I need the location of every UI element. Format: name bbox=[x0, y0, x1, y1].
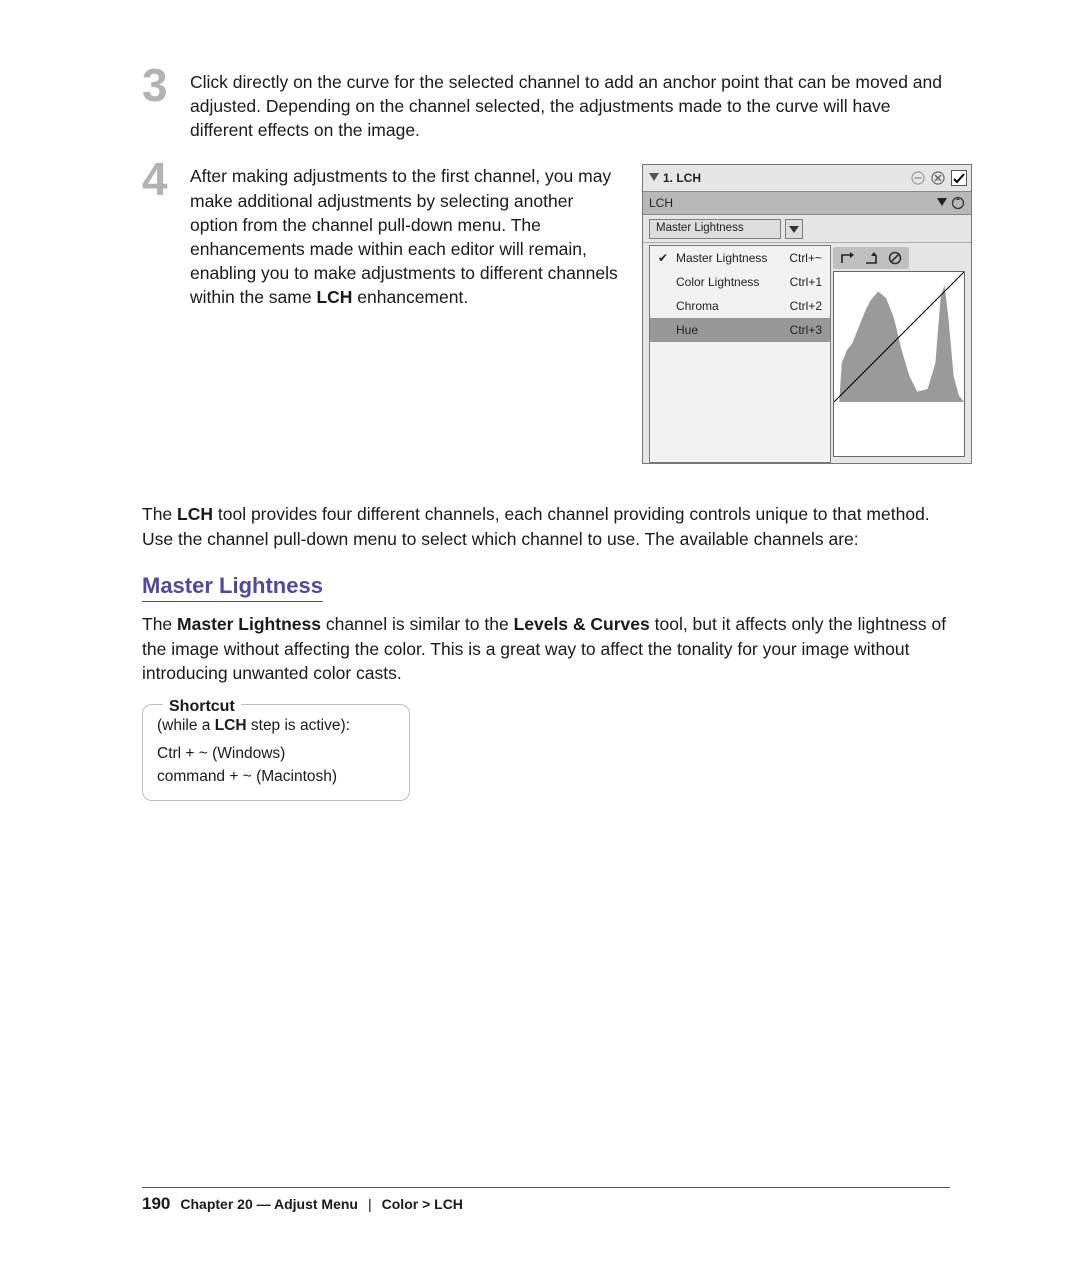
curve-editor[interactable] bbox=[833, 271, 965, 457]
text-frag-bold: Levels & Curves bbox=[514, 614, 650, 634]
step-number-4: 4 bbox=[142, 156, 190, 464]
shortcut-box: Shortcut (while a LCH step is active): C… bbox=[142, 704, 410, 801]
dropdown-item-master-lightness[interactable]: ✔ Master Lightness Ctrl+~ bbox=[650, 246, 830, 270]
curve-tools bbox=[833, 247, 909, 269]
lch-panel: 1. LCH bbox=[642, 164, 972, 464]
curve-reset-black-icon[interactable] bbox=[837, 249, 857, 267]
channel-selector-button[interactable] bbox=[785, 219, 803, 239]
text-frag-bold: LCH bbox=[215, 717, 247, 734]
page-footer: 190 Chapter 20 — Adjust Menu | Color > L… bbox=[142, 1187, 950, 1214]
dropdown-item-shortcut: Ctrl+~ bbox=[789, 250, 822, 267]
panel-bar-label: LCH bbox=[649, 195, 673, 212]
shortcut-line-3: command + ~ (Macintosh) bbox=[157, 766, 395, 788]
shortcut-line-1: (while a LCH step is active): bbox=[157, 715, 395, 737]
dropdown-triangle-icon[interactable] bbox=[937, 198, 947, 208]
step-number-3: 3 bbox=[142, 62, 190, 142]
text-frag: channel is similar to the bbox=[321, 614, 514, 634]
text-frag: (while a bbox=[157, 717, 215, 734]
text-frag-bold: Master Lightness bbox=[177, 614, 321, 634]
step-3: 3 Click directly on the curve for the se… bbox=[142, 70, 950, 142]
dropdown-item-hue[interactable]: Hue Ctrl+3 bbox=[650, 318, 830, 342]
panel-title-text: 1. LCH bbox=[663, 170, 701, 187]
disclosure-triangle-icon[interactable] bbox=[649, 173, 659, 183]
dropdown-item-label: Chroma bbox=[676, 298, 719, 315]
section-heading-master-lightness: Master Lightness bbox=[142, 573, 323, 602]
footer-breadcrumb: Color > LCH bbox=[382, 1196, 463, 1212]
step-4-text-bold: LCH bbox=[316, 287, 352, 307]
text-frag-bold: LCH bbox=[177, 504, 213, 524]
master-lightness-paragraph: The Master Lightness channel is similar … bbox=[142, 612, 950, 686]
step-4: 4 After making adjustments to the first … bbox=[142, 164, 950, 464]
step-4-text: After making adjustments to the first ch… bbox=[190, 164, 620, 464]
chevron-down-icon bbox=[789, 224, 799, 234]
minus-circle-icon[interactable] bbox=[911, 171, 925, 185]
curve-reset-white-icon[interactable] bbox=[861, 249, 881, 267]
checkmark-icon: ✔ bbox=[658, 250, 670, 267]
step-3-text: Click directly on the curve for the sele… bbox=[190, 70, 950, 142]
page-number: 190 bbox=[142, 1194, 170, 1214]
text-frag: The bbox=[142, 504, 177, 524]
diagonal-line-icon bbox=[834, 272, 964, 402]
text-frag: step is active): bbox=[247, 717, 350, 734]
panel-lch-bar: LCH bbox=[643, 191, 971, 215]
dropdown-item-color-lightness[interactable]: Color Lightness Ctrl+1 bbox=[650, 270, 830, 294]
shortcut-legend: Shortcut bbox=[163, 695, 241, 718]
dropdown-item-label: Hue bbox=[676, 322, 698, 339]
footer-chapter: Chapter 20 — Adjust Menu bbox=[180, 1196, 358, 1212]
dropdown-item-label: Master Lightness bbox=[676, 250, 767, 267]
text-frag: The bbox=[142, 614, 177, 634]
dropdown-item-shortcut: Ctrl+2 bbox=[790, 298, 822, 315]
step-4-text-b: enhancement. bbox=[352, 287, 468, 307]
close-circle-icon[interactable] bbox=[931, 171, 945, 185]
dropdown-item-label: Color Lightness bbox=[676, 274, 759, 291]
check-box-icon[interactable] bbox=[951, 170, 967, 186]
channel-selector-row: Master Lightness bbox=[643, 215, 971, 243]
footer-separator: | bbox=[368, 1196, 372, 1212]
panel-titlebar: 1. LCH bbox=[643, 165, 971, 191]
shortcut-line-2: Ctrl + ~ (Windows) bbox=[157, 743, 395, 765]
dropdown-item-shortcut: Ctrl+1 bbox=[790, 274, 822, 291]
dropdown-item-shortcut: Ctrl+3 bbox=[790, 322, 822, 339]
reset-circle-icon[interactable] bbox=[951, 196, 965, 210]
channel-dropdown[interactable]: ✔ Master Lightness Ctrl+~ Color Lightness… bbox=[649, 245, 831, 463]
no-entry-icon[interactable] bbox=[885, 249, 905, 267]
channel-selector-field[interactable]: Master Lightness bbox=[649, 219, 781, 239]
channels-intro-paragraph: The LCH tool provides four different cha… bbox=[142, 502, 950, 551]
dropdown-item-chroma[interactable]: Chroma Ctrl+2 bbox=[650, 294, 830, 318]
text-frag: tool provides four different channels, e… bbox=[142, 504, 930, 549]
